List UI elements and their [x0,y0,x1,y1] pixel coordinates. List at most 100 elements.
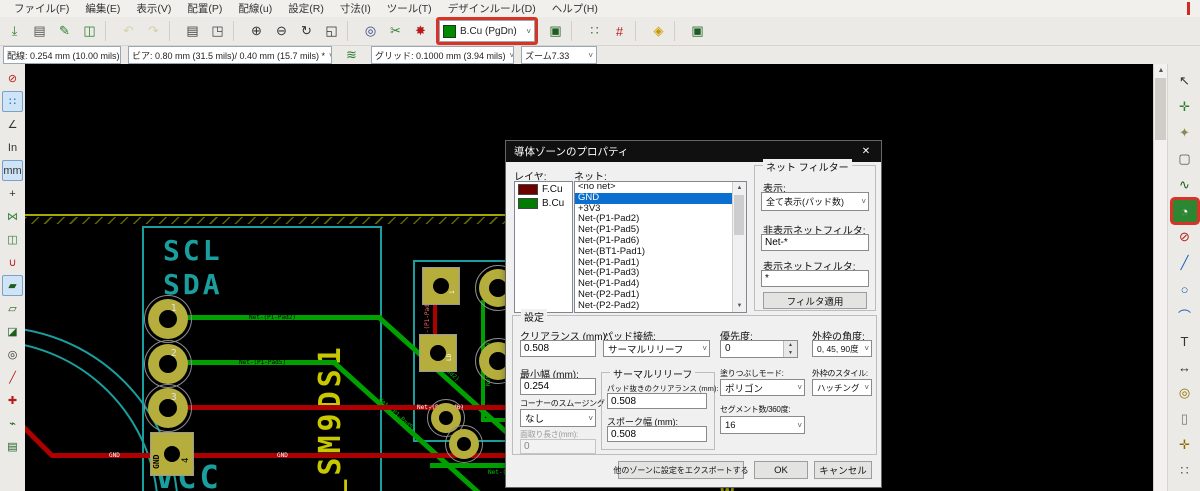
chamfer-input[interactable] [520,439,596,454]
route-options-icon[interactable]: ⌁ [2,413,23,434]
close-icon[interactable]: ✕ [851,141,881,162]
net-list[interactable]: <no net>GND+3V3Net-(P1-Pad2)Net-(P1-Pad5… [574,181,747,313]
plot-icon[interactable]: ◳ [206,20,229,43]
layer-manager-icon[interactable]: ▤ [2,436,23,457]
footprint-browser-icon[interactable]: ◫ [78,20,101,43]
grid-style-icon[interactable]: ∷ [1173,460,1197,482]
separator[interactable] [347,21,355,41]
track-net-pad2[interactable]: Net-(P1-Pad2) [167,315,382,320]
add-line-icon[interactable]: ╱ [1173,252,1197,274]
pad-connection-select[interactable]: サーマルリリーフ ˅ [603,340,710,357]
add-footprint-icon[interactable]: ▢ [1173,148,1197,170]
menu-item[interactable]: 配線(u) [230,1,280,16]
print-icon[interactable]: ▤ [181,20,204,43]
scrollbar-thumb[interactable] [734,195,744,235]
add-track-icon[interactable]: ∿ [1173,174,1197,196]
add-keepout-icon[interactable]: ⊘ [1173,226,1197,248]
drc-icon[interactable]: ✸ [409,20,432,43]
separator[interactable] [169,21,177,41]
net-list-scrollbar[interactable]: ▲ ▼ [732,182,746,312]
hide-filter-input[interactable] [761,234,869,251]
track-net-pad5[interactable]: Net-(P1-Pad5) [167,360,337,365]
scroll-up-arrow[interactable]: ▲ [1154,64,1168,77]
menu-item[interactable]: 配置(P) [179,1,230,16]
net-list-item[interactable]: Net-(P2-Pad2) [575,301,733,312]
layer-list-item[interactable]: F.Cu [515,182,572,196]
scroll-down-arrow[interactable]: ▼ [733,300,746,312]
grid-lines-icon[interactable]: # [608,20,631,43]
min-width-input[interactable] [520,378,596,395]
grid-selector[interactable]: グリッド: 0.1000 mm (3.94 mils) ˅ [371,46,514,64]
undo-icon[interactable]: ↶ [117,20,140,43]
drill-origin-icon[interactable]: ◎ [1173,382,1197,404]
zone-outline-icon[interactable]: ◪ [2,321,23,342]
net-list-item[interactable]: GND [575,193,733,204]
menu-item[interactable]: 寸法(I) [332,1,379,16]
export-settings-button[interactable]: 他のゾーンに設定をエクスポートする [618,461,744,479]
canvas-vertical-scrollbar[interactable]: ▲ [1153,64,1168,491]
track-sketch-icon[interactable]: ╱ [2,367,23,388]
separator[interactable] [571,21,579,41]
drc-off-icon[interactable]: ⊘ [2,68,23,89]
grid-origin-icon[interactable]: ✛ [1173,434,1197,456]
ok-button[interactable]: OK [754,461,808,479]
zoom-redraw-icon[interactable]: ↻ [295,20,318,43]
page-settings-icon[interactable]: ▤ [28,20,51,43]
footprint-editor-icon[interactable]: ✎ [53,20,76,43]
general-ratsnest-icon[interactable]: ⋈ [2,206,23,227]
net-list-item[interactable]: Net-(BT1-Pad1) [575,247,733,258]
redo-icon[interactable]: ↷ [142,20,165,43]
pad-p1-1[interactable]: 1 [144,295,192,343]
3d-viewer-icon[interactable]: ▣ [686,20,709,43]
grid-visibility-icon[interactable]: ∷ [2,91,23,112]
menu-item[interactable]: ツール(T) [379,1,440,16]
pad-sq-1[interactable]: 1 [422,267,460,305]
cancel-button[interactable]: キャンセル [814,461,872,479]
layer-list[interactable]: F.Cu B.Cu [514,181,573,313]
add-arc-icon[interactable]: ⌒ [1173,304,1197,326]
antipad-clearance-input[interactable] [607,393,707,409]
corner-smoothing-select[interactable]: なし ˅ [520,409,596,427]
zoom-selection-icon[interactable]: ◎ [359,20,382,43]
display-filter-select[interactable]: 全て表示(パッド数) ˅ [761,192,869,211]
menu-item[interactable]: 表示(V) [128,1,179,16]
menu-item[interactable]: デザインルール(D) [440,1,544,16]
add-circle-icon[interactable]: ○ [1173,278,1197,300]
segments-select[interactable]: 16 ˅ [720,416,805,434]
menu-item[interactable]: 編集(E) [77,1,128,16]
layer-selector[interactable]: B.Cu (PgDn) ˅ [439,20,535,42]
highlight-net-tool-icon[interactable]: ✦ [1173,122,1197,144]
cursor-shape-icon[interactable]: + [2,183,23,204]
fill-mode-select[interactable]: ポリゴン ˅ [720,379,805,396]
zone-fill-icon[interactable]: ▰ [2,275,23,296]
menu-item[interactable]: ファイル(F) [6,1,77,16]
pad-p1-3[interactable]: 3 [144,384,192,432]
zoom-selector[interactable]: ズーム7.33 ˅ [521,46,597,64]
scroll-up-arrow[interactable]: ▲ [733,182,746,194]
module-ratsnest-icon[interactable]: ◫ [2,229,23,250]
outline-style-select[interactable]: ハッチング ˅ [812,379,872,396]
polar-coords-icon[interactable]: ∠ [2,114,23,135]
netlist-icon[interactable]: ✂ [384,20,407,43]
add-dimension-icon[interactable]: ↔ [1173,356,1197,378]
spin-up-icon[interactable]: ▲ [784,341,797,349]
zone-unfill-icon[interactable]: ▱ [2,298,23,319]
separator[interactable] [635,21,643,41]
pad-p1-2[interactable]: 2 [144,340,192,388]
menu-item[interactable]: ヘルプ(H) [544,1,606,16]
zoom-out-icon[interactable]: ⊖ [270,20,293,43]
apply-filter-button[interactable]: フィルタ適用 [763,292,867,309]
pad-sq-ld[interactable]: LD [419,334,457,372]
spin-down-icon[interactable]: ▼ [784,349,797,357]
microwave-tools-icon[interactable]: ◈ [647,20,670,43]
priority-spinner[interactable]: 0 ▲ ▼ [720,340,798,358]
outline-angle-select[interactable]: 0, 45, 90度 ˅ [812,340,872,357]
highlight-net-icon[interactable]: ▣ [544,20,567,43]
disable-ratsnest-icon[interactable]: ∪ [2,252,23,273]
separator[interactable] [105,21,113,41]
separator[interactable] [674,21,682,41]
interactive-router-icon[interactable]: ✛ [1173,96,1197,118]
pad-sketch-icon[interactable]: ◎ [2,344,23,365]
show-filter-input[interactable] [761,270,869,287]
layer-list-item[interactable]: B.Cu [515,196,572,210]
